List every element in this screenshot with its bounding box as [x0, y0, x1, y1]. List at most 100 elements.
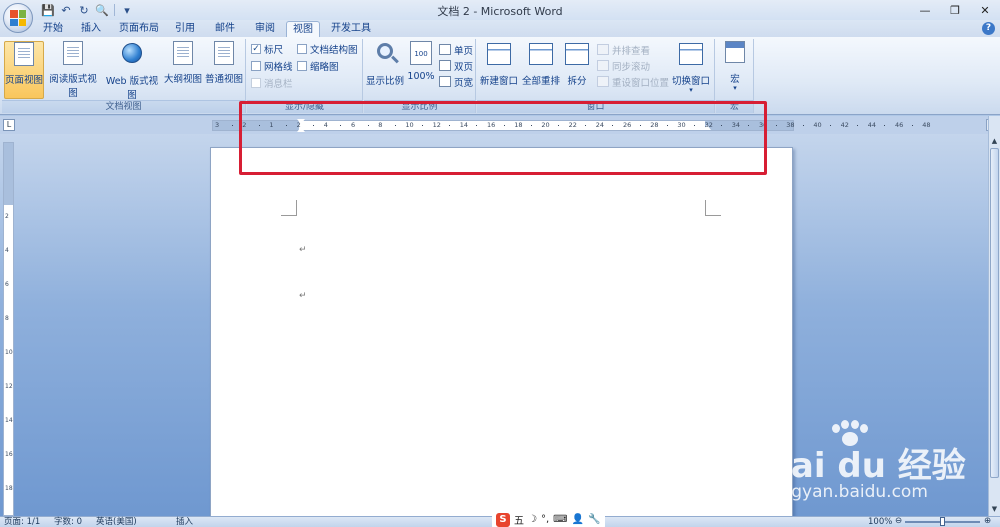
gridlines-check[interactable] — [251, 60, 261, 71]
punctuation-icon[interactable]: °, — [541, 514, 549, 525]
two-pages-icon — [439, 60, 451, 71]
paragraph-mark: ↵ — [299, 245, 307, 255]
zoom-level[interactable]: 100% — [868, 517, 892, 527]
top-margin-area — [4, 143, 13, 205]
title-bar: 💾 ↶ ↻ 🔍 ▾ 文档 2 - Microsoft Word — ❐ ✕ — [0, 0, 1000, 33]
synchronous-scrolling-button: 同步滚动 — [597, 58, 650, 73]
highlight-box — [239, 101, 767, 175]
tab-developer[interactable]: 开发工具 — [326, 21, 376, 37]
group-label-document-views: 文档视图 — [2, 100, 245, 113]
arrange-all-label: 全部重排 — [521, 76, 560, 87]
ruler-check[interactable]: ✓ — [251, 43, 261, 54]
watermark-url: jingyan.baidu.com — [771, 482, 928, 502]
split-button[interactable]: 拆分 — [563, 41, 591, 99]
ruler-tick-dot — [830, 125, 831, 126]
reset-window-position-button: 重设窗口位置 — [597, 74, 669, 89]
user-icon[interactable]: 👤 — [572, 514, 584, 525]
ruler-tick-dot — [802, 125, 804, 126]
tab-mailings[interactable]: 邮件 — [210, 21, 240, 37]
macros-icon — [725, 41, 745, 63]
keyboard-icon[interactable]: ⌨ — [553, 514, 567, 525]
vertical-ruler-tick-label: 2 — [5, 213, 9, 220]
vertical-ruler[interactable]: 2 4 6 8 10 12 14 16 18 — [3, 142, 14, 516]
macros-button[interactable]: 宏 ▾ — [719, 41, 751, 99]
tab-selector[interactable]: L — [3, 119, 15, 131]
ruler-tick-dot — [911, 125, 913, 126]
outline-button[interactable]: 大纲视图 — [164, 41, 202, 99]
view-side-by-side-icon — [597, 44, 609, 55]
zoom-100-button[interactable]: 100 100% — [406, 41, 436, 99]
tab-page-layout[interactable]: 页面布局 — [114, 21, 164, 37]
message-bar-label: 消息栏 — [264, 78, 293, 90]
zoom-100-icon: 100 — [410, 41, 432, 65]
tab-references[interactable]: 引用 — [170, 21, 200, 37]
tab-insert[interactable]: 插入 — [76, 21, 106, 37]
zoom-slider[interactable] — [905, 517, 980, 526]
minimize-button[interactable]: — — [910, 0, 940, 20]
language-indicator[interactable]: 英语(美国) — [96, 517, 137, 527]
sogou-ime-icon[interactable]: S — [496, 512, 510, 527]
ruler-tick-label: 40 — [813, 121, 822, 129]
thumbnails-check[interactable] — [297, 60, 307, 71]
window-title: 文档 2 - Microsoft Word — [437, 5, 563, 18]
one-page-button[interactable]: 单页 — [439, 42, 473, 57]
restore-button[interactable]: ❐ — [940, 0, 970, 20]
ime-mode-icon[interactable]: 五 — [514, 512, 524, 527]
paragraph-mark: ↵ — [299, 291, 307, 301]
ruler-tick-dot — [857, 125, 859, 126]
zoom-slider-knob[interactable] — [940, 517, 945, 526]
scroll-up-arrow-icon[interactable]: ▲ — [990, 136, 999, 146]
outline-label: 大纲视图 — [164, 74, 203, 85]
baidu-jingyan-watermark: Bai du 经验 jingyan.baidu.com — [765, 420, 995, 510]
switch-windows-icon — [679, 43, 703, 65]
zoom-button[interactable]: 显示比例 — [366, 41, 404, 99]
help-icon[interactable]: ? — [982, 22, 995, 35]
web-layout-button[interactable]: Web 版式视图 — [102, 41, 162, 101]
ruler-tick-dot — [884, 125, 886, 126]
tab-review[interactable]: 审阅 — [250, 21, 280, 37]
moon-icon[interactable]: ☽ — [528, 514, 537, 525]
document-map-check[interactable] — [297, 43, 307, 54]
page-width-label: 页宽 — [454, 77, 474, 89]
office-button[interactable] — [3, 3, 33, 33]
gridlines-label: 网格线 — [264, 61, 293, 73]
ruler-tick-dot — [231, 125, 233, 126]
switch-windows-button[interactable]: 切换窗口 ▾ — [671, 41, 711, 99]
tab-view[interactable]: 视图 — [286, 21, 320, 37]
insert-mode[interactable]: 插入 — [176, 517, 193, 527]
close-button[interactable]: ✕ — [970, 0, 1000, 20]
zoom-out-icon[interactable]: ⊖ — [895, 516, 902, 527]
full-screen-reading-button[interactable]: 阅读版式视图 — [46, 41, 100, 99]
vertical-ruler-tick-label: 14 — [5, 417, 13, 424]
status-bar: 页面: 1/1 字数: 0 英语(美国) 插入 S 五 ☽ °, ⌨ 👤 🔧 1… — [0, 511, 1000, 527]
document-page[interactable]: ↵ ↵ — [210, 147, 793, 516]
draft-button[interactable]: 普通视图 — [204, 41, 244, 99]
two-pages-button[interactable]: 双页 — [439, 58, 473, 73]
macros-arrow-icon: ▾ — [733, 84, 737, 92]
watermark-logo-text: Bai du 经验 — [765, 446, 966, 486]
ribbon-tabs: 开始 插入 页面布局 引用 邮件 审阅 视图 开发工具 ? — [0, 20, 1000, 37]
vertical-ruler-tick-label: 8 — [5, 315, 9, 322]
tab-home[interactable]: 开始 — [38, 21, 68, 37]
synchronous-scrolling-icon — [597, 60, 609, 71]
page-count[interactable]: 页面: 1/1 — [4, 517, 40, 527]
split-label: 拆分 — [567, 76, 587, 87]
print-layout-label: 页面视图 — [5, 75, 44, 86]
wrench-icon[interactable]: 🔧 — [588, 514, 600, 525]
arrange-all-icon — [529, 43, 553, 65]
ime-toolbar[interactable]: S 五 ☽ °, ⌨ 👤 🔧 — [492, 511, 605, 527]
arrange-all-button[interactable]: 全部重排 — [521, 41, 561, 99]
document-map-label: 文档结构图 — [310, 44, 358, 56]
page-width-button[interactable]: 页宽 — [439, 74, 473, 89]
reset-window-position-label: 重设窗口位置 — [612, 77, 670, 89]
new-window-button[interactable]: 新建窗口 — [479, 41, 519, 99]
ruler-tick-label: 48 — [922, 121, 931, 129]
word-count[interactable]: 字数: 0 — [54, 517, 82, 527]
document-map-checkbox[interactable]: 文档结构图 — [297, 41, 358, 56]
thumbnails-checkbox[interactable]: 缩略图 — [297, 58, 339, 73]
gridlines-checkbox[interactable]: 网格线 — [251, 58, 293, 73]
print-layout-button[interactable]: 页面视图 — [4, 41, 44, 99]
full-screen-reading-label: 阅读版式视图 — [49, 74, 97, 99]
ruler-checkbox[interactable]: ✓ 标尺 — [251, 41, 283, 56]
zoom-in-icon[interactable]: ⊕ — [984, 516, 991, 527]
